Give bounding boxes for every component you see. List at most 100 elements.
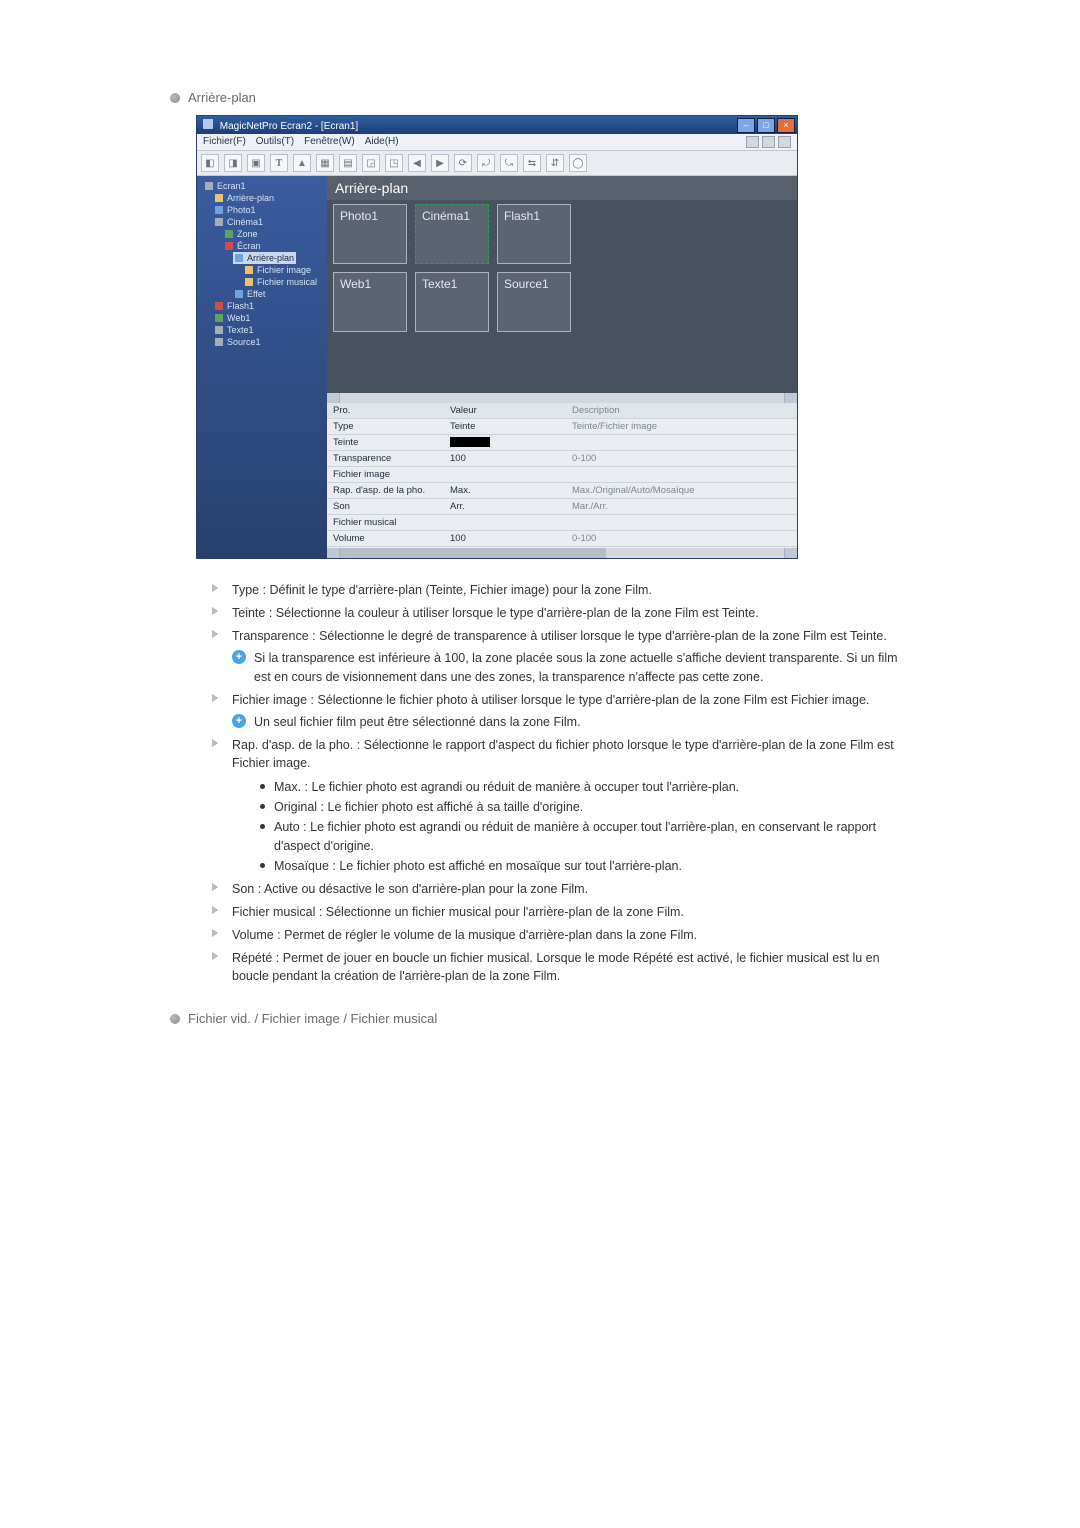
tool-button[interactable]: ▤: [339, 154, 357, 172]
sphere-bullet-icon: [170, 1014, 180, 1024]
arrow-bullet-icon: [212, 952, 222, 962]
tool-button[interactable]: ◲: [362, 154, 380, 172]
tree-node[interactable]: Fichier musical: [243, 276, 319, 288]
tool-button[interactable]: ▣: [247, 154, 265, 172]
property-row[interactable]: Fichier image: [327, 467, 797, 483]
zone-thumb[interactable]: Source1: [497, 272, 571, 332]
menu-window[interactable]: Fenêtre(W): [304, 136, 355, 148]
tree-node[interactable]: Photo1: [213, 204, 258, 216]
prop-desc: Max./Original/Auto/Mosaïque: [566, 483, 797, 498]
tree-node[interactable]: Cinéma1: [213, 216, 265, 228]
property-row[interactable]: Rap. d'asp. de la pho. Max. Max./Origina…: [327, 483, 797, 499]
bullet-fichier-musical: Fichier musical : Sélectionne un fichier…: [232, 903, 910, 921]
zone-thumb[interactable]: Photo1: [333, 204, 407, 264]
prop-value[interactable]: Max.: [444, 483, 566, 498]
tool-button[interactable]: ⇵: [546, 154, 564, 172]
scroll-track[interactable]: [340, 548, 784, 558]
tree-node[interactable]: Source1: [213, 336, 263, 348]
property-row[interactable]: Volume 100 0-100: [327, 531, 797, 547]
property-row[interactable]: Son Arr. Mar./Arr.: [327, 499, 797, 515]
zone-thumb[interactable]: Texte1: [415, 272, 489, 332]
photo-icon: [215, 206, 223, 214]
tree-node[interactable]: Arrière-plan: [213, 192, 276, 204]
property-row[interactable]: Fichier musical: [327, 515, 797, 531]
doc-restore-button[interactable]: [762, 136, 775, 148]
tool-button[interactable]: ◨: [224, 154, 242, 172]
plus-circle-icon: +: [232, 714, 246, 728]
toolbar: ◧ ◨ ▣ T ▲ ▦ ▤ ◲ ◳ ◀ ▶ ⟳ ⤾ ⤿ ⇆ ⇵ ◯: [197, 151, 797, 176]
bullet-transparence: Transparence : Sélectionne le degré de t…: [232, 627, 910, 645]
menu-bar: Fichier(F) Outils(T) Fenêtre(W) Aide(H): [197, 134, 797, 151]
prop-value[interactable]: [444, 467, 566, 482]
prop-value[interactable]: Teinte: [444, 419, 566, 434]
scroll-left-icon[interactable]: [327, 548, 340, 558]
prop-value[interactable]: Arr.: [444, 499, 566, 514]
zone-thumb[interactable]: Web1: [333, 272, 407, 332]
prop-value[interactable]: 100: [444, 451, 566, 466]
canvas-title: Arrière-plan: [327, 176, 797, 200]
scroll-right-icon[interactable]: [784, 393, 797, 403]
tool-button[interactable]: ◀: [408, 154, 426, 172]
scroll-right-icon[interactable]: [784, 548, 797, 558]
tree-root[interactable]: Ecran1: [203, 180, 248, 192]
mdi-doc-controls: [746, 136, 791, 148]
scroll-thumb[interactable]: [340, 548, 606, 558]
bullet-type: Type : Définit le type d'arrière-plan (T…: [232, 581, 910, 599]
tool-button[interactable]: ⇆: [523, 154, 541, 172]
property-row[interactable]: Type Teinte Teinte/Fichier image: [327, 419, 797, 435]
scroll-left-icon[interactable]: [327, 393, 340, 403]
note-fichier-image: + Un seul fichier film peut être sélecti…: [232, 713, 910, 731]
prop-desc: [566, 435, 797, 450]
prop-desc: Mar./Arr.: [566, 499, 797, 514]
hscroll-bottom[interactable]: [327, 548, 797, 558]
tree-node[interactable]: Écran: [223, 240, 263, 252]
doc-close-button[interactable]: [778, 136, 791, 148]
tool-button[interactable]: ▲: [293, 154, 311, 172]
tree-node[interactable]: Texte1: [213, 324, 256, 336]
prop-value-color[interactable]: [444, 435, 566, 450]
tool-button[interactable]: ▶: [431, 154, 449, 172]
scroll-track[interactable]: [340, 393, 784, 403]
zone-thumb[interactable]: Flash1: [497, 204, 571, 264]
text-tool-button[interactable]: T: [270, 154, 288, 172]
prop-name: Teinte: [327, 435, 444, 450]
menu-file[interactable]: Fichier(F): [203, 136, 246, 148]
doc-minimize-button[interactable]: [746, 136, 759, 148]
tool-button[interactable]: ⤾: [477, 154, 495, 172]
menu-tools[interactable]: Outils(T): [256, 136, 294, 148]
tree-node[interactable]: Effet: [233, 288, 267, 300]
window-title-text: MagicNetPro Ecran2 - [Ecran1]: [220, 121, 358, 132]
document-page: Arrière-plan MagicNetPro Ecran2 - [Ecran…: [0, 0, 1080, 1528]
property-row[interactable]: Teinte: [327, 435, 797, 451]
color-swatch-icon[interactable]: [450, 437, 490, 447]
prop-name: Type: [327, 419, 444, 434]
prop-value[interactable]: 100: [444, 531, 566, 546]
tree-node-selected[interactable]: Arrière-plan: [233, 252, 296, 264]
tool-button[interactable]: ◯: [569, 154, 587, 172]
thumb-label: Texte1: [422, 277, 457, 291]
cinema-icon: [215, 218, 223, 226]
prop-value[interactable]: [444, 515, 566, 530]
tool-button[interactable]: ▦: [316, 154, 334, 172]
tree-node[interactable]: Web1: [213, 312, 252, 324]
tree-node[interactable]: Fichier image: [243, 264, 313, 276]
minimize-button[interactable]: –: [737, 118, 755, 133]
menu-help[interactable]: Aide(H): [365, 136, 399, 148]
tool-button[interactable]: ⤿: [500, 154, 518, 172]
arrow-bullet-icon: [212, 929, 222, 939]
note-text: Si la transparence est inférieure à 100,…: [254, 649, 910, 685]
tool-button[interactable]: ◧: [201, 154, 219, 172]
property-row[interactable]: Transparence 100 0-100: [327, 451, 797, 467]
tool-button[interactable]: ⟳: [454, 154, 472, 172]
tool-button[interactable]: ◳: [385, 154, 403, 172]
close-button[interactable]: ×: [777, 118, 795, 133]
thumb-label: Flash1: [504, 209, 540, 223]
bullet-repete: Répété : Permet de jouer en boucle un fi…: [232, 949, 910, 985]
tree-node[interactable]: Flash1: [213, 300, 256, 312]
tree-node[interactable]: Zone: [223, 228, 260, 240]
maximize-button[interactable]: □: [757, 118, 775, 133]
zone-thumb-selected[interactable]: Cinéma1: [415, 204, 489, 264]
prop-desc: 0-100: [566, 451, 797, 466]
hscroll-top[interactable]: [327, 393, 797, 403]
col-header-name: Pro.: [327, 403, 444, 418]
